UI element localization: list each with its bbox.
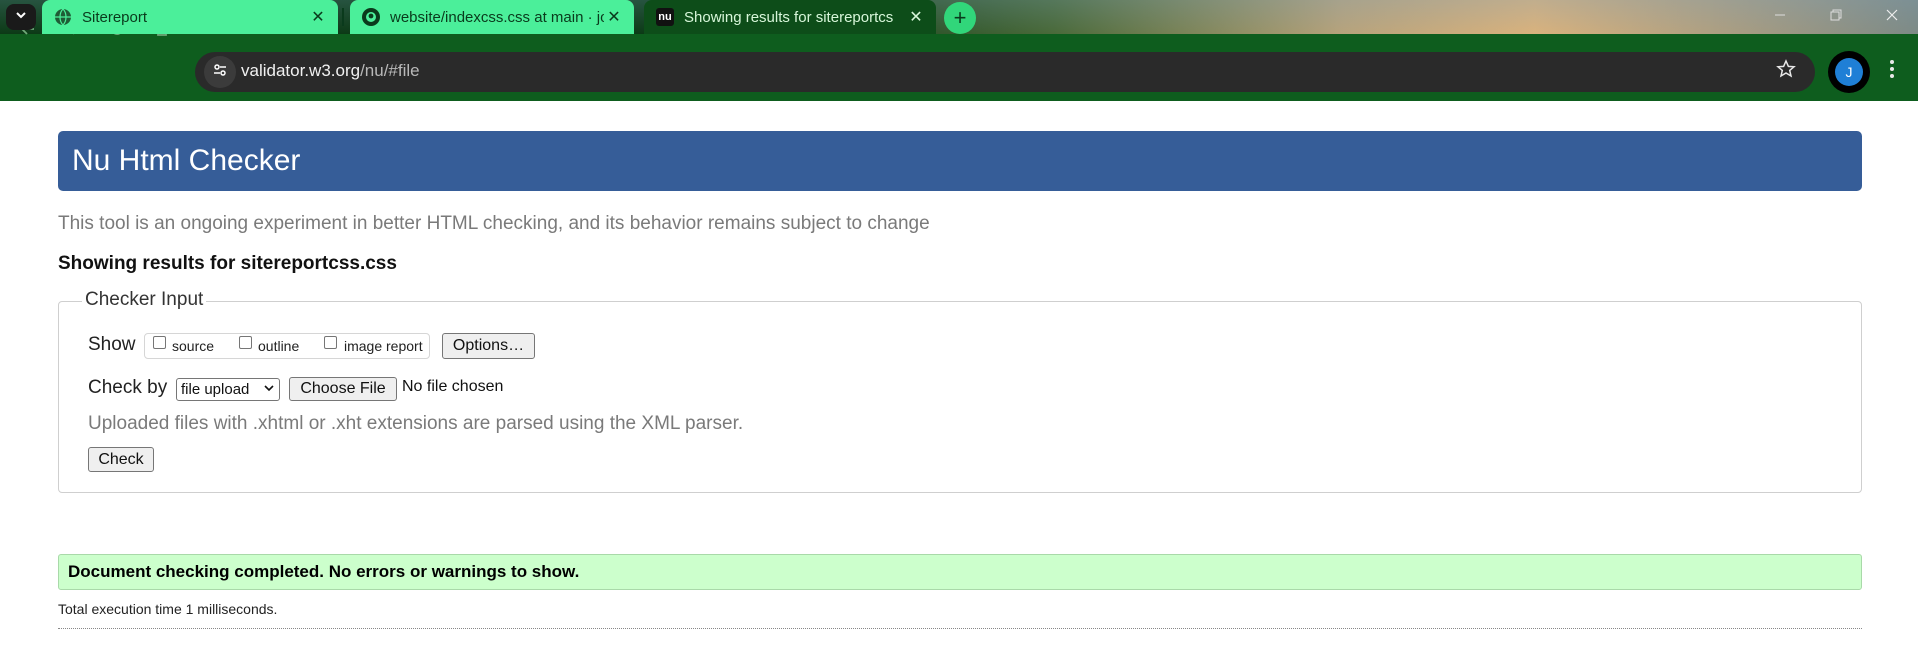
close-icon bbox=[1885, 8, 1899, 27]
check-by-select[interactable]: file upload bbox=[176, 378, 280, 401]
address-bar[interactable] bbox=[195, 52, 1815, 92]
restore-button[interactable] bbox=[1808, 0, 1864, 34]
results-heading: Showing results for sitereportcss.css bbox=[58, 253, 397, 274]
more-vertical-icon bbox=[1889, 59, 1895, 85]
url-path: /nu/#file bbox=[360, 61, 420, 80]
tab-title: Showing results for sitereportcs bbox=[684, 8, 894, 26]
tab-validator[interactable]: nu Showing results for sitereportcs ✕ bbox=[644, 0, 936, 34]
execution-time: Total execution time 1 milliseconds. bbox=[58, 601, 278, 617]
github-icon bbox=[362, 8, 380, 26]
outline-checkbox-label: outline bbox=[258, 338, 300, 354]
source-checkbox-label: source bbox=[172, 338, 215, 354]
avatar: J bbox=[1835, 58, 1863, 86]
page-title: Nu Html Checker bbox=[72, 144, 301, 177]
show-label: Show bbox=[88, 334, 136, 355]
tab-title: website/indexcss.css at main · jo bbox=[390, 8, 604, 26]
close-window-button[interactable] bbox=[1864, 0, 1918, 34]
browser-menu-button[interactable] bbox=[1880, 56, 1904, 88]
url-text[interactable]: validator.w3.org/nu/#file bbox=[241, 61, 420, 81]
close-icon[interactable]: ✕ bbox=[308, 7, 328, 27]
tab-search-button[interactable] bbox=[6, 4, 36, 30]
minimize-button[interactable] bbox=[1752, 0, 1808, 34]
check-by-label: Check by bbox=[88, 377, 168, 398]
close-icon[interactable]: ✕ bbox=[604, 7, 624, 27]
outline-checkbox[interactable] bbox=[239, 336, 252, 349]
tab-sitereport[interactable]: Sitereport ✕ bbox=[42, 0, 338, 34]
source-checkbox[interactable] bbox=[153, 336, 166, 349]
new-tab-button[interactable]: + bbox=[944, 2, 976, 34]
check-button[interactable]: Check bbox=[88, 447, 154, 472]
profile-button[interactable]: J bbox=[1828, 51, 1870, 93]
page-header: Nu Html Checker bbox=[58, 131, 1862, 191]
bookmark-button[interactable] bbox=[1772, 58, 1800, 86]
close-icon[interactable]: ✕ bbox=[906, 7, 926, 27]
image-report-checkbox-label: image report bbox=[344, 338, 423, 354]
check-by-selected: file upload bbox=[181, 381, 250, 398]
xml-parser-hint: Uploaded files with .xhtml or .xht exten… bbox=[88, 413, 744, 434]
restore-icon bbox=[1829, 8, 1843, 27]
tune-icon bbox=[212, 62, 228, 83]
checker-input-legend: Checker Input bbox=[82, 289, 207, 311]
divider bbox=[58, 628, 1862, 629]
file-status: No file chosen bbox=[402, 378, 504, 395]
choose-file-button[interactable]: Choose File bbox=[289, 377, 397, 401]
tab-divider bbox=[342, 8, 344, 26]
chevron-down-icon bbox=[14, 8, 28, 27]
nu-icon: nu bbox=[656, 8, 674, 26]
tab-github[interactable]: website/indexcss.css at main · jo ✕ bbox=[350, 0, 634, 34]
image-report-checkbox[interactable] bbox=[324, 336, 337, 349]
star-icon bbox=[1776, 59, 1796, 85]
chevron-down-icon bbox=[264, 382, 274, 396]
success-message-text: Document checking completed. No errors o… bbox=[68, 562, 580, 581]
success-message: Document checking completed. No errors o… bbox=[58, 554, 1862, 590]
site-info-button[interactable] bbox=[204, 56, 236, 88]
minimize-icon bbox=[1773, 8, 1787, 27]
options-button[interactable]: Options… bbox=[442, 333, 535, 359]
url-host: validator.w3.org bbox=[241, 61, 361, 80]
tab-title: Sitereport bbox=[82, 8, 148, 26]
globe-icon bbox=[54, 8, 72, 26]
intro-text: This tool is an ongoing experiment in be… bbox=[58, 213, 930, 234]
